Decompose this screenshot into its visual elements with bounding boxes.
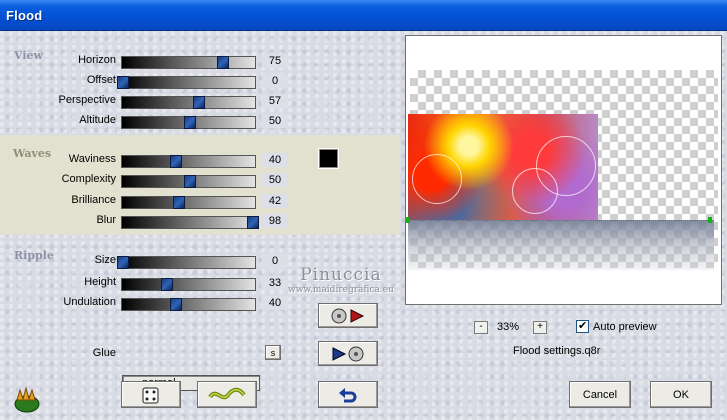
- wave-icon: [208, 387, 246, 399]
- load-settings-button[interactable]: [318, 341, 378, 366]
- slider-undulation[interactable]: [121, 298, 256, 311]
- slider-thumb[interactable]: [216, 56, 229, 69]
- save-settings-button[interactable]: [318, 303, 378, 328]
- slider-value-horizon[interactable]: 75: [262, 54, 288, 68]
- flood-reflection: [408, 220, 714, 270]
- undo-icon: [339, 387, 357, 402]
- slider-offset[interactable]: [117, 76, 256, 89]
- slider-perspective[interactable]: [121, 96, 256, 109]
- zoom-in-button[interactable]: +: [533, 321, 547, 334]
- preview-image: [408, 114, 598, 220]
- slider-blur[interactable]: [121, 216, 260, 229]
- slider-brilliance[interactable]: [121, 196, 256, 209]
- slider-label-altitude: Altitude: [79, 114, 116, 126]
- title-bar[interactable]: Flood: [0, 0, 727, 31]
- slider-value-blur[interactable]: 98: [262, 214, 288, 228]
- slider-altitude[interactable]: [121, 116, 256, 129]
- slider-waviness[interactable]: [121, 155, 256, 168]
- slider-thumb[interactable]: [170, 155, 183, 168]
- glue-s-label: s: [270, 347, 276, 358]
- dice-icon: [142, 387, 159, 403]
- horizon-handle-right[interactable]: [708, 217, 712, 223]
- horizon-line[interactable]: [408, 220, 714, 221]
- glue-s-button[interactable]: s: [265, 345, 281, 360]
- slider-label-complexity: Complexity: [61, 173, 116, 185]
- logo-icon: [12, 384, 42, 417]
- undo-button[interactable]: [318, 381, 378, 408]
- zoom-out-button[interactable]: -: [474, 321, 488, 334]
- slider-thumb[interactable]: [117, 256, 129, 269]
- slider-horizon[interactable]: [121, 56, 256, 69]
- slider-label-height: Height: [84, 276, 116, 288]
- horizon-handle-left[interactable]: [406, 217, 410, 223]
- auto-preview-label: Auto preview: [593, 321, 657, 333]
- watermark-line1: Pinuccia: [300, 265, 382, 285]
- watermark-line2: www.maidiregrafica.eu: [288, 285, 394, 295]
- ok-label: OK: [673, 388, 689, 401]
- save-settings-icon: [331, 308, 365, 323]
- slider-thumb[interactable]: [160, 278, 173, 291]
- watermark: Pinuccia www.maidiregrafica.eu: [288, 265, 394, 295]
- color-swatch[interactable]: [318, 148, 339, 169]
- slider-label-horizon: Horizon: [78, 54, 116, 66]
- cancel-label: Cancel: [582, 388, 618, 401]
- slider-label-offset: Offset: [86, 74, 116, 86]
- window-title: Flood: [6, 8, 43, 23]
- slider-complexity[interactable]: [121, 175, 256, 188]
- slider-label-brilliance: Brilliance: [71, 194, 116, 206]
- slider-thumb[interactable]: [247, 216, 260, 229]
- dialog-body: View Waves Ripple Horizon 75 Offset 0 Perspe…: [0, 31, 727, 420]
- ok-button[interactable]: OK: [650, 381, 712, 408]
- preview-panel[interactable]: [405, 35, 722, 305]
- slider-value-undulation[interactable]: 40: [262, 296, 288, 310]
- slider-thumb[interactable]: [192, 96, 205, 109]
- slider-value-brilliance[interactable]: 42: [262, 194, 288, 208]
- slider-value-offset[interactable]: 0: [262, 74, 288, 88]
- settings-file-name: Flood settings.q8r: [513, 345, 601, 357]
- slider-thumb[interactable]: [183, 175, 196, 188]
- cancel-button[interactable]: Cancel: [569, 381, 631, 408]
- slider-label-undulation: Undulation: [63, 296, 116, 308]
- slider-thumb[interactable]: [183, 116, 196, 129]
- slider-value-perspective[interactable]: 57: [262, 94, 288, 108]
- slider-thumb[interactable]: [117, 76, 129, 89]
- slider-value-height[interactable]: 33: [262, 276, 288, 290]
- slider-value-size[interactable]: 0: [262, 254, 288, 268]
- slider-value-waviness[interactable]: 40: [262, 153, 288, 167]
- randomize-button[interactable]: [121, 381, 181, 408]
- slider-label-size: Size: [94, 254, 116, 266]
- slider-size[interactable]: [117, 256, 256, 269]
- slider-height[interactable]: [121, 278, 256, 291]
- slider-thumb[interactable]: [170, 298, 183, 311]
- auto-preview-checkbox[interactable]: [576, 319, 589, 333]
- load-settings-icon: [332, 346, 364, 361]
- wave-button[interactable]: [197, 381, 257, 408]
- slider-label-blur: Blur: [96, 214, 116, 226]
- glue-label: Glue: [92, 347, 116, 359]
- slider-label-perspective: Perspective: [58, 94, 116, 106]
- slider-value-complexity[interactable]: 50: [262, 173, 288, 187]
- slider-value-altitude[interactable]: 50: [262, 114, 288, 128]
- slider-label-waviness: Waviness: [68, 153, 116, 165]
- zoom-level: 33%: [497, 321, 520, 333]
- slider-thumb[interactable]: [172, 196, 185, 209]
